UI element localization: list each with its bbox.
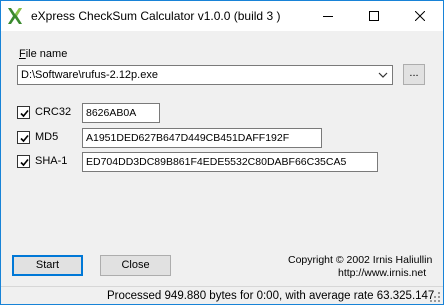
status-bar: Processed 949.880 bytes for 0:00, with a… bbox=[1, 286, 443, 304]
file-name-label: File name bbox=[19, 48, 67, 60]
start-button[interactable]: Start bbox=[12, 255, 83, 276]
file-name-label-text: ile name bbox=[25, 48, 68, 60]
status-text: Processed 949.880 bytes for 0:00, with a… bbox=[107, 290, 435, 302]
crc32-label: CRC32 bbox=[35, 106, 72, 118]
maximize-icon bbox=[369, 11, 379, 21]
file-path-combobox[interactable]: D:\Software\rufus-2.12p.exe bbox=[17, 65, 393, 85]
close-icon bbox=[415, 11, 425, 21]
resize-grip-icon[interactable] bbox=[429, 291, 441, 303]
minimize-button[interactable] bbox=[305, 1, 351, 31]
window-title: eXpress CheckSum Calculator v1.0.0 (buil… bbox=[31, 9, 281, 23]
browse-button[interactable]: ... bbox=[403, 64, 425, 85]
minimize-icon bbox=[323, 16, 333, 17]
checkmark-icon bbox=[20, 134, 29, 143]
crc32-value-field[interactable]: 8626AB0A bbox=[82, 103, 160, 123]
md5-label: MD5 bbox=[35, 131, 59, 143]
app-logo-icon bbox=[8, 8, 22, 24]
hash-row-crc32: CRC32 bbox=[17, 103, 417, 123]
close-button[interactable]: Close bbox=[100, 255, 171, 276]
title-bar[interactable]: eXpress CheckSum Calculator v1.0.0 (buil… bbox=[1, 1, 443, 31]
sha1-checkbox[interactable] bbox=[17, 155, 30, 168]
close-window-button[interactable] bbox=[397, 1, 443, 31]
sha1-value-field[interactable]: ED704DD3DC89B861F4EDE5532C80DABF66C35CA5 bbox=[82, 152, 378, 172]
crc32-checkbox[interactable] bbox=[17, 106, 30, 119]
copyright-text: Copyright © 2002 Irnis Haliullin bbox=[288, 254, 433, 266]
md5-checkbox[interactable] bbox=[17, 131, 30, 144]
maximize-button[interactable] bbox=[351, 1, 397, 31]
chevron-down-icon[interactable] bbox=[378, 71, 388, 79]
file-path-value: D:\Software\rufus-2.12p.exe bbox=[21, 69, 158, 81]
checkmark-icon bbox=[20, 109, 29, 118]
sha1-label: SHA-1 bbox=[35, 155, 68, 167]
checkmark-icon bbox=[20, 158, 29, 167]
website-link[interactable]: http://www.irnis.net bbox=[338, 267, 426, 279]
app-window: eXpress CheckSum Calculator v1.0.0 (buil… bbox=[0, 0, 444, 305]
file-name-label-accesskey: F bbox=[19, 48, 26, 60]
md5-value-field[interactable]: A1951DED627B647D449CB451DAFF192F bbox=[82, 128, 322, 148]
